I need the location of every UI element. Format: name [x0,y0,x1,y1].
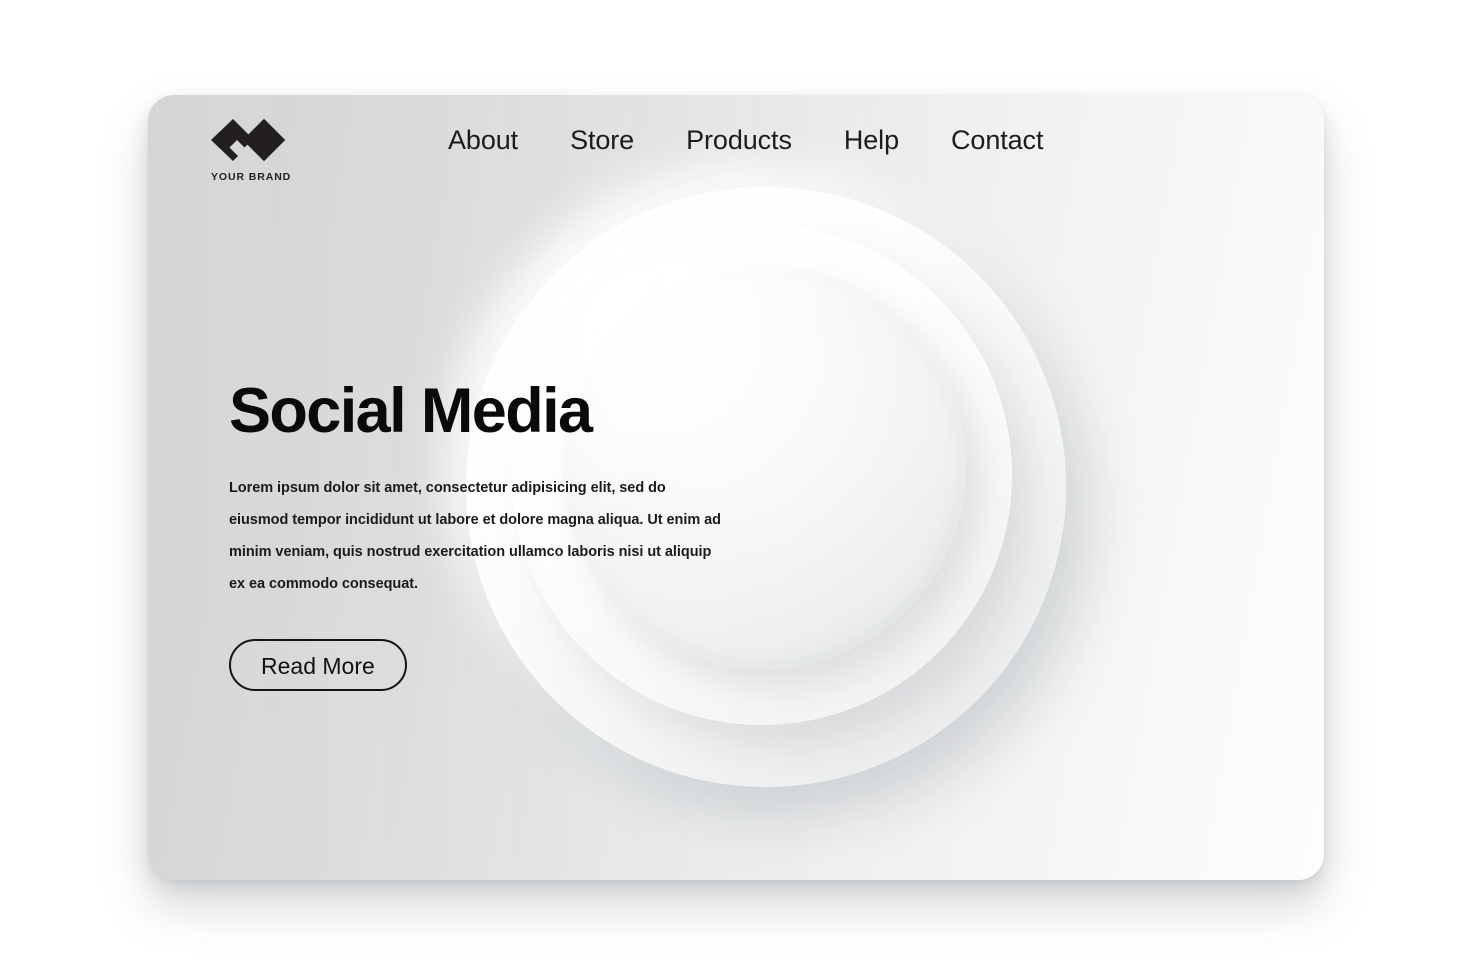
page-title: Social Media [229,376,593,446]
read-more-button[interactable]: Read More [229,638,407,691]
main-navigation: About Store Products Help Contact [448,123,1043,158]
nav-item-help[interactable]: Help [844,123,899,158]
brand-name-label: YOUR BRAND [211,171,292,183]
site-header: YOUR BRAND About Store Products Help Con… [148,95,1324,215]
nav-item-about[interactable]: About [448,123,518,158]
nav-item-contact[interactable]: Contact [951,123,1043,158]
hero-section: Social Media Lorem ipsum dolor sit amet,… [229,380,749,691]
nav-item-products[interactable]: Products [686,123,792,158]
hero-description: Lorem ipsum dolor sit amet, consectetur … [229,480,721,592]
page-root: YOUR BRAND About Store Products Help Con… [0,0,1470,980]
nav-item-store[interactable]: Store [570,123,634,158]
double-diamond-logo-icon [209,117,295,167]
hero-card: YOUR BRAND About Store Products Help Con… [148,95,1324,880]
brand-logo[interactable]: YOUR BRAND [205,117,355,183]
